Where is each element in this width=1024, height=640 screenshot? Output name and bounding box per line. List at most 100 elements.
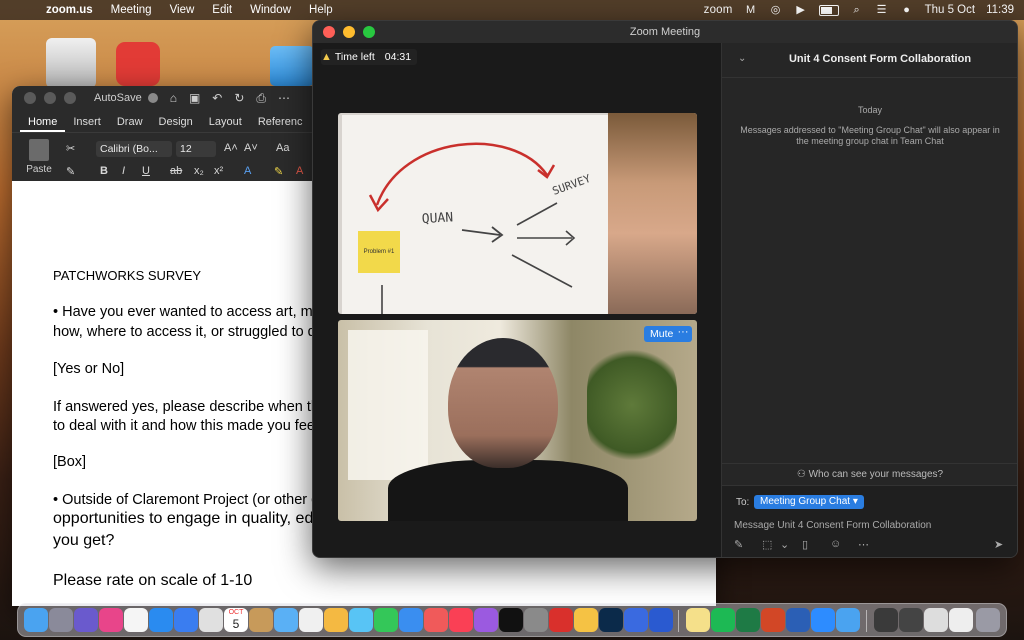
app-icon[interactable] — [249, 608, 273, 632]
play-icon[interactable]: ▶ — [794, 4, 808, 16]
desktop-photo-booth-icon[interactable] — [116, 42, 160, 86]
minimized-window[interactable] — [874, 608, 898, 632]
home-icon[interactable]: ⌂ — [170, 91, 177, 105]
undo-icon[interactable]: ↶ — [212, 91, 222, 105]
word-icon[interactable] — [786, 608, 810, 632]
font-color-icon[interactable]: A — [296, 165, 303, 177]
redo-icon[interactable]: ↻ — [234, 91, 244, 105]
word-zoom-button[interactable] — [64, 92, 76, 104]
app-icon[interactable] — [274, 608, 298, 632]
desktop-printer-icon[interactable] — [46, 38, 96, 88]
zoom-icon[interactable] — [811, 608, 835, 632]
zoom-close-button[interactable] — [323, 26, 335, 38]
powerpoint-icon[interactable] — [761, 608, 785, 632]
acrobat-icon[interactable] — [549, 608, 573, 632]
paste-button[interactable]: Paste — [22, 139, 56, 175]
screenshot-icon[interactable]: ⬚ — [762, 538, 772, 551]
stickies-icon[interactable] — [686, 608, 710, 632]
app-icon[interactable] — [349, 608, 373, 632]
format-painter-icon[interactable]: ✎ — [66, 165, 75, 178]
recipient-select[interactable]: Meeting Group Chat ▾ — [754, 495, 864, 509]
participant-video-tile[interactable]: QUAN SURVEY Problem #1 — [338, 113, 697, 314]
tab-home[interactable]: Home — [20, 116, 66, 132]
zoom-fullscreen-button[interactable] — [363, 26, 375, 38]
print-icon[interactable]: ⎙ — [256, 91, 266, 106]
creative-cloud-icon[interactable]: ◎ — [769, 4, 783, 16]
minimized-window[interactable] — [949, 608, 973, 632]
word-minimize-button[interactable] — [44, 92, 56, 104]
creative-cloud-dock-icon[interactable] — [99, 608, 123, 632]
menu-app-name[interactable]: zoom.us — [44, 4, 102, 16]
music-icon[interactable] — [449, 608, 473, 632]
app-icon[interactable] — [836, 608, 860, 632]
news-icon[interactable] — [424, 608, 448, 632]
tab-design[interactable]: Design — [151, 116, 201, 132]
grow-font-icon[interactable]: A˄ — [224, 142, 238, 154]
notes-icon[interactable] — [124, 608, 148, 632]
underline-icon[interactable]: U — [142, 165, 150, 177]
more-options-button[interactable]: ··· — [674, 326, 692, 342]
tab-insert[interactable]: Insert — [65, 116, 109, 132]
zoom-minimize-button[interactable] — [343, 26, 355, 38]
italic-icon[interactable]: I — [122, 165, 125, 177]
menu-date[interactable]: Thu 5 Oct — [925, 4, 976, 16]
calendar-icon[interactable]: OCT 5 — [224, 608, 248, 632]
superscript-icon[interactable]: x² — [214, 165, 223, 177]
autosave-toggle[interactable] — [147, 93, 158, 103]
desktop-folder-icon[interactable] — [270, 46, 314, 86]
battery-icon[interactable] — [818, 4, 839, 16]
file-icon[interactable]: ▯ — [802, 538, 808, 551]
mail-icon[interactable] — [174, 608, 198, 632]
photoshop-icon[interactable] — [599, 608, 623, 632]
more-icon[interactable]: ⋯ — [858, 538, 869, 551]
menu-window[interactable]: Window — [241, 4, 300, 16]
finder-icon[interactable] — [24, 608, 48, 632]
tab-references[interactable]: Referenc — [250, 116, 311, 132]
menu-edit[interactable]: Edit — [203, 4, 241, 16]
launchpad-icon[interactable] — [49, 608, 73, 632]
podcasts-icon[interactable] — [474, 608, 498, 632]
apple-tv-icon[interactable] — [499, 608, 523, 632]
facetime-icon[interactable] — [374, 608, 398, 632]
more-icon[interactable]: ⋯ — [278, 91, 290, 105]
message-input[interactable] — [734, 517, 1006, 533]
menu-view[interactable]: View — [161, 4, 204, 16]
zoom-status-item[interactable]: zoom — [704, 4, 733, 16]
photos-icon[interactable] — [324, 608, 348, 632]
who-can-see-link[interactable]: ⚇ Who can see your messages? — [722, 463, 1017, 486]
emoji-icon[interactable]: ☺ — [830, 538, 841, 550]
reminders-icon[interactable] — [299, 608, 323, 632]
safari-icon[interactable] — [149, 608, 173, 632]
spotify-icon[interactable] — [711, 608, 735, 632]
trash-icon[interactable] — [976, 608, 1000, 632]
shrink-font-icon[interactable]: A˅ — [244, 142, 258, 154]
font-size-select[interactable]: 12 — [176, 141, 216, 157]
word-close-button[interactable] — [24, 92, 36, 104]
siri-icon[interactable]: ● — [900, 4, 914, 16]
change-case-icon[interactable]: Aa — [276, 142, 289, 154]
send-icon[interactable]: ➤ — [994, 538, 1003, 551]
chevron-down-icon[interactable]: ⌄ — [738, 53, 746, 64]
chrome-icon[interactable] — [574, 608, 598, 632]
minimized-window[interactable] — [899, 608, 923, 632]
text-effects-icon[interactable]: A — [244, 165, 251, 177]
cut-icon[interactable]: ✂ — [66, 142, 75, 155]
bold-icon[interactable]: B — [100, 165, 108, 177]
strikethrough-icon[interactable]: ab — [170, 165, 182, 177]
menu-time[interactable]: 11:39 — [986, 4, 1014, 16]
app-icon[interactable] — [624, 608, 648, 632]
format-icon[interactable]: ✎ — [734, 538, 743, 551]
keynote-icon[interactable] — [399, 608, 423, 632]
malwarebytes-icon[interactable]: M — [744, 4, 758, 16]
chevron-down-icon[interactable]: ⌄ — [780, 538, 789, 551]
highlight-icon[interactable]: ✎ — [274, 165, 283, 178]
excel-icon[interactable] — [736, 608, 760, 632]
tab-layout[interactable]: Layout — [201, 116, 250, 132]
font-name-select[interactable]: Calibri (Bo... — [96, 141, 172, 157]
menu-help[interactable]: Help — [300, 4, 342, 16]
search-icon[interactable]: ⌕ — [850, 4, 864, 16]
control-center-icon[interactable]: ☰ — [875, 4, 889, 16]
minimized-window[interactable] — [924, 608, 948, 632]
menu-meeting[interactable]: Meeting — [102, 4, 161, 16]
settings-icon[interactable] — [524, 608, 548, 632]
